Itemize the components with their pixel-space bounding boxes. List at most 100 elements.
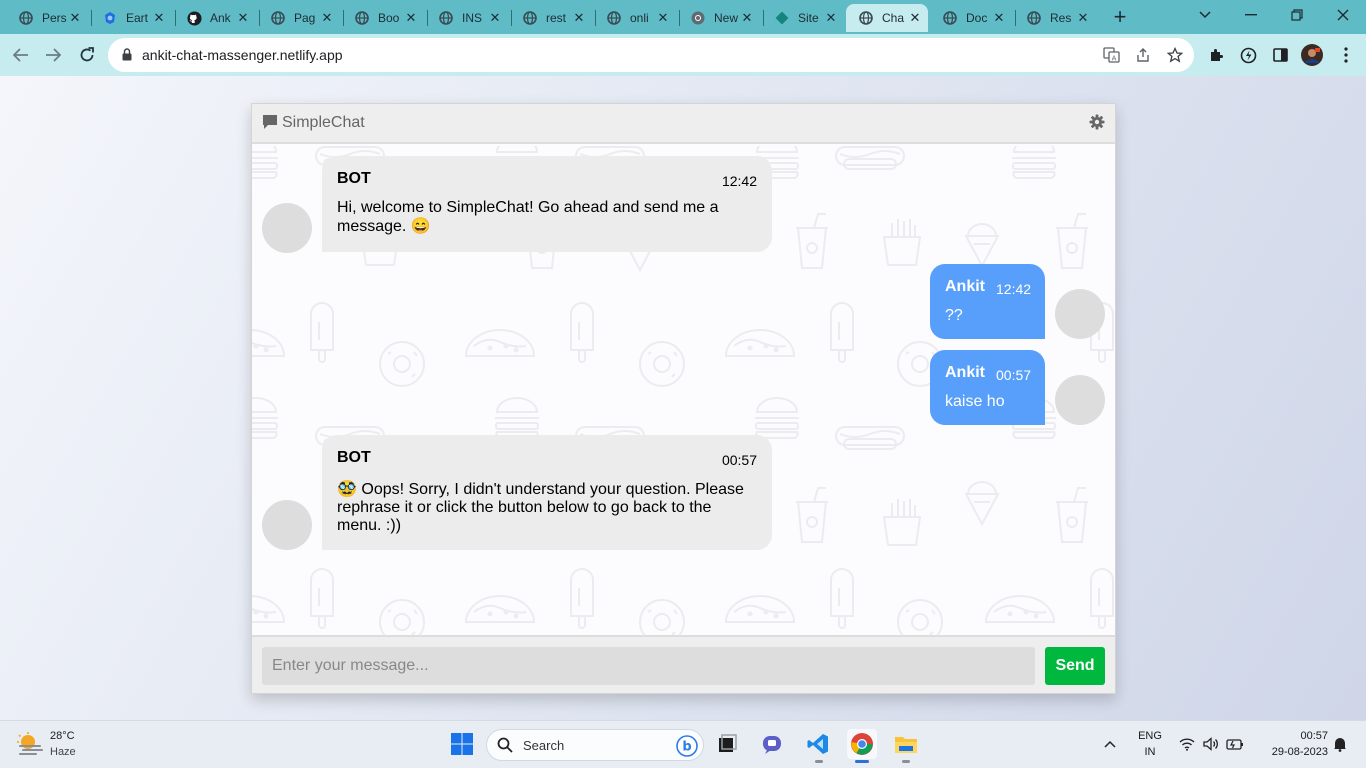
- globe-icon: [1026, 10, 1042, 26]
- chat-header: SimpleChat: [252, 104, 1115, 144]
- taskbar-search-box[interactable]: Search b: [486, 729, 704, 761]
- clock-date[interactable]: 29-08-2023: [1256, 746, 1328, 758]
- translate-icon[interactable]: A: [1102, 46, 1120, 64]
- settings-gear-icon[interactable]: [1089, 114, 1105, 135]
- minimize-button[interactable]: [1228, 0, 1274, 30]
- clock-time[interactable]: 00:57: [1256, 730, 1328, 742]
- side-panel-icon[interactable]: [1269, 44, 1291, 66]
- profile-avatar[interactable]: [1301, 44, 1323, 66]
- browser-tab[interactable]: Ank ✕: [174, 4, 256, 32]
- send-button[interactable]: Send: [1045, 647, 1105, 685]
- close-tab-icon[interactable]: ✕: [824, 10, 838, 26]
- browser-tab[interactable]: Doc ✕: [930, 4, 1012, 32]
- globe-icon: [438, 10, 454, 26]
- new-tab-button[interactable]: +: [1108, 5, 1132, 29]
- browser-tab[interactable]: Site ✕: [762, 4, 844, 32]
- chrome-icon: [690, 10, 706, 26]
- weather-temperature[interactable]: 28°C: [50, 730, 75, 742]
- browser-tab[interactable]: INS ✕: [426, 4, 508, 32]
- github-icon: [186, 10, 202, 26]
- share-icon[interactable]: [1134, 46, 1152, 64]
- browser-tab[interactable]: Boo ✕: [342, 4, 424, 32]
- browser-tab-active[interactable]: Cha ✕: [846, 4, 928, 32]
- windows-taskbar: 28°C Haze Search b ENG IN 00:57 29-08-20…: [0, 720, 1366, 768]
- message-time: 00:57: [721, 452, 757, 468]
- close-tab-icon[interactable]: ✕: [992, 10, 1006, 26]
- vscode-icon[interactable]: [803, 729, 833, 759]
- forward-button[interactable]: [40, 42, 66, 68]
- show-hidden-icons-chevron[interactable]: [1097, 729, 1123, 759]
- performance-icon[interactable]: [1237, 44, 1259, 66]
- lock-icon: [122, 48, 132, 66]
- message-input[interactable]: [262, 647, 1035, 685]
- browser-tab[interactable]: Eart ✕: [90, 4, 172, 32]
- user-avatar: [1055, 375, 1105, 425]
- browser-tab[interactable]: Pers ✕: [6, 4, 88, 32]
- tab-title: Cha: [882, 11, 905, 25]
- user-message-bubble: Ankit 00:57 kaise ho: [930, 350, 1045, 425]
- tab-title: Pag: [294, 11, 316, 25]
- chat-window: SimpleChat BOT 12:42 Hi, welcome to Simp…: [251, 103, 1116, 694]
- tab-title: Doc: [966, 11, 988, 25]
- restore-button[interactable]: [1274, 0, 1320, 30]
- battery-icon[interactable]: [1222, 729, 1248, 759]
- wifi-icon[interactable]: [1174, 729, 1200, 759]
- browser-tab[interactable]: Pag ✕: [258, 4, 340, 32]
- reload-button[interactable]: [74, 42, 100, 68]
- chrome-taskbar-icon[interactable]: [847, 729, 877, 763]
- extensions-icon[interactable]: [1205, 44, 1227, 66]
- message-sender-name: BOT: [337, 449, 371, 466]
- close-tab-icon[interactable]: ✕: [152, 10, 166, 26]
- close-tab-icon[interactable]: ✕: [320, 10, 334, 26]
- weather-haze-icon[interactable]: [16, 732, 44, 761]
- windows-start-icon[interactable]: [447, 729, 477, 759]
- browser-tab[interactable]: New ✕: [678, 4, 760, 32]
- chat-title: SimpleChat: [282, 114, 365, 131]
- globe-icon: [522, 10, 538, 26]
- weather-condition[interactable]: Haze: [50, 746, 76, 758]
- notification-bell-icon[interactable]: [1330, 729, 1350, 759]
- bing-icon[interactable]: b: [675, 734, 699, 763]
- tab-title: rest: [546, 11, 567, 25]
- message-time: 12:42: [996, 281, 1032, 297]
- close-tab-icon[interactable]: ✕: [236, 10, 250, 26]
- kebab-menu-icon[interactable]: [1335, 44, 1357, 66]
- close-tab-icon[interactable]: ✕: [740, 10, 754, 26]
- message-time: 00:57: [996, 367, 1032, 383]
- message-text: Hi, welcome to SimpleChat! Go ahead and …: [337, 199, 719, 235]
- close-tab-icon[interactable]: ✕: [68, 10, 82, 26]
- back-button[interactable]: [8, 42, 34, 68]
- chat-messages-area[interactable]: BOT 12:42 Hi, welcome to SimpleChat! Go …: [252, 146, 1115, 635]
- close-tab-icon[interactable]: ✕: [572, 10, 586, 26]
- browser-tab[interactable]: rest ✕: [510, 4, 592, 32]
- globe-icon: [270, 10, 286, 26]
- file-explorer-icon[interactable]: [891, 729, 921, 763]
- close-tab-icon[interactable]: ✕: [404, 10, 418, 26]
- close-tab-icon[interactable]: ✕: [488, 10, 502, 26]
- tab-search-chevron-icon[interactable]: [1182, 0, 1228, 30]
- task-view-icon[interactable]: [712, 729, 742, 759]
- region-indicator[interactable]: IN: [1136, 746, 1164, 758]
- close-tab-icon[interactable]: ✕: [656, 10, 670, 26]
- tab-title: INS: [462, 11, 483, 25]
- language-indicator[interactable]: ENG: [1136, 730, 1164, 742]
- close-window-button[interactable]: [1320, 0, 1366, 30]
- bot-message-bubble: BOT 12:42 Hi, welcome to SimpleChat! Go …: [322, 156, 772, 252]
- tab-strip: Pers ✕ Eart ✕ Ank ✕ Pag ✕ Boo ✕ INS ✕ re…: [0, 0, 1366, 34]
- browser-tab[interactable]: Res ✕: [1014, 4, 1096, 32]
- bot-avatar: [262, 203, 312, 253]
- user-message-bubble: Ankit 12:42 ??: [930, 264, 1045, 339]
- teams-chat-icon[interactable]: [758, 729, 788, 759]
- close-tab-icon[interactable]: ✕: [1076, 10, 1090, 26]
- close-tab-icon[interactable]: ✕: [908, 10, 922, 26]
- browser-tab[interactable]: onli ✕: [594, 4, 676, 32]
- volume-icon[interactable]: [1198, 729, 1224, 759]
- address-bar[interactable]: ankit-chat-massenger.netlify.app A: [108, 38, 1194, 72]
- message-time: 12:42: [721, 173, 757, 189]
- svg-text:b: b: [682, 740, 691, 755]
- bookmark-star-icon[interactable]: [1166, 46, 1184, 64]
- bot-message-bubble: BOT 00:57 🥸 Oops! Sorry, I didn't unders…: [322, 435, 772, 550]
- message-text: 🥸 Oops! Sorry, I didn't understand your …: [337, 481, 744, 534]
- tab-title: Res: [1050, 11, 1072, 25]
- globe-icon: [858, 10, 874, 26]
